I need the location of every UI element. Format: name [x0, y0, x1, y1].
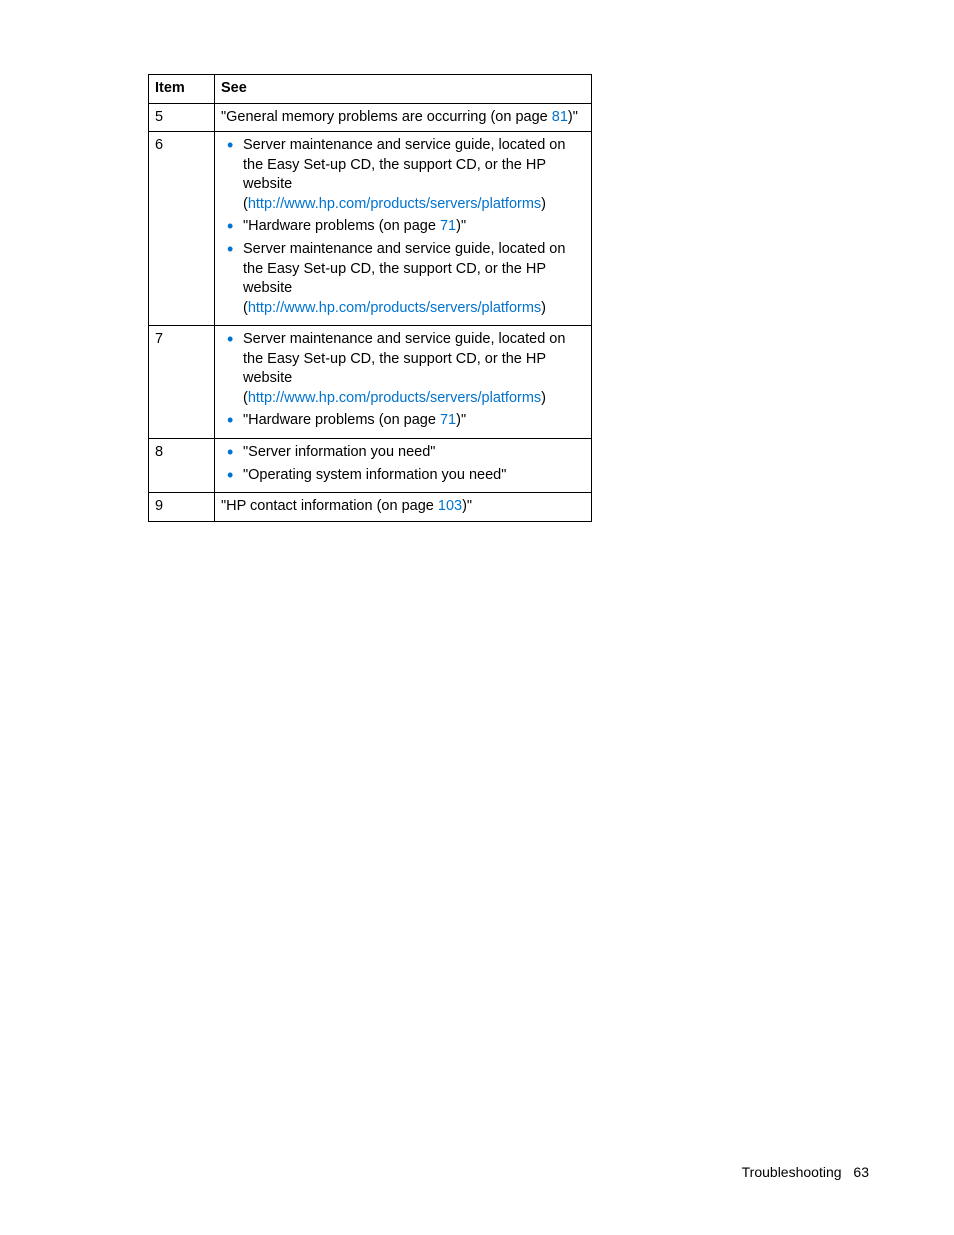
table-row: 6 Server maintenance and service guide, … [149, 132, 592, 326]
list-item: "Hardware problems (on page 71)" [243, 411, 585, 434]
bullet-text: "Server information you need" [243, 444, 435, 460]
table-row: 8 "Server information you need" "Operati… [149, 439, 592, 493]
row-text-after: )" [568, 109, 578, 125]
bullet-text-after: ) [541, 196, 546, 212]
list-item: Server maintenance and service guide, lo… [243, 330, 585, 411]
url-link[interactable]: http://www.hp.com/products/servers/platf… [248, 196, 541, 212]
row-text: "General memory problems are occurring (… [221, 109, 552, 125]
troubleshooting-table: Item See 5 "General memory problems are … [148, 74, 592, 522]
url-link[interactable]: http://www.hp.com/products/servers/platf… [248, 390, 541, 406]
bullet-text: "Hardware problems (on page [243, 412, 440, 428]
list-item: "Hardware problems (on page 71)" [243, 217, 585, 240]
footer-section: Troubleshooting [742, 1164, 842, 1180]
bullet-text: "Operating system information you need" [243, 467, 506, 483]
row-text: "HP contact information (on page [221, 498, 438, 514]
header-see: See [215, 75, 592, 104]
item-cell: 5 [149, 103, 215, 132]
page-link[interactable]: 103 [438, 498, 462, 514]
list-item: "Operating system information you need" [243, 466, 585, 489]
table-row: 5 "General memory problems are occurring… [149, 103, 592, 132]
bullet-text: "Hardware problems (on page [243, 218, 440, 234]
table-header-row: Item See [149, 75, 592, 104]
page-footer: Troubleshooting 63 [742, 1164, 869, 1180]
main-table-area: Item See 5 "General memory problems are … [148, 74, 592, 522]
bullet-text-after: ) [541, 300, 546, 316]
see-cell: "HP contact information (on page 103)" [215, 493, 592, 522]
table-row: 7 Server maintenance and service guide, … [149, 326, 592, 439]
page-link[interactable]: 71 [440, 218, 456, 234]
item-cell: 6 [149, 132, 215, 326]
bullet-text-after: ) [541, 390, 546, 406]
see-cell: Server maintenance and service guide, lo… [215, 132, 592, 326]
item-cell: 8 [149, 439, 215, 493]
bullet-list: Server maintenance and service guide, lo… [221, 136, 585, 321]
url-link[interactable]: http://www.hp.com/products/servers/platf… [248, 300, 541, 316]
list-item: Server maintenance and service guide, lo… [243, 240, 585, 321]
list-item: Server maintenance and service guide, lo… [243, 136, 585, 217]
bullet-list: "Server information you need" "Operating… [221, 443, 585, 488]
list-item: "Server information you need" [243, 443, 585, 466]
footer-page-number: 63 [853, 1164, 869, 1180]
item-cell: 7 [149, 326, 215, 439]
bullet-text-after: )" [456, 412, 466, 428]
item-cell: 9 [149, 493, 215, 522]
see-cell: "General memory problems are occurring (… [215, 103, 592, 132]
page-link[interactable]: 71 [440, 412, 456, 428]
header-item: Item [149, 75, 215, 104]
row-text-after: )" [462, 498, 472, 514]
see-cell: "Server information you need" "Operating… [215, 439, 592, 493]
see-cell: Server maintenance and service guide, lo… [215, 326, 592, 439]
table-row: 9 "HP contact information (on page 103)" [149, 493, 592, 522]
bullet-text-after: )" [456, 218, 466, 234]
bullet-list: Server maintenance and service guide, lo… [221, 330, 585, 434]
page-link[interactable]: 81 [552, 109, 568, 125]
